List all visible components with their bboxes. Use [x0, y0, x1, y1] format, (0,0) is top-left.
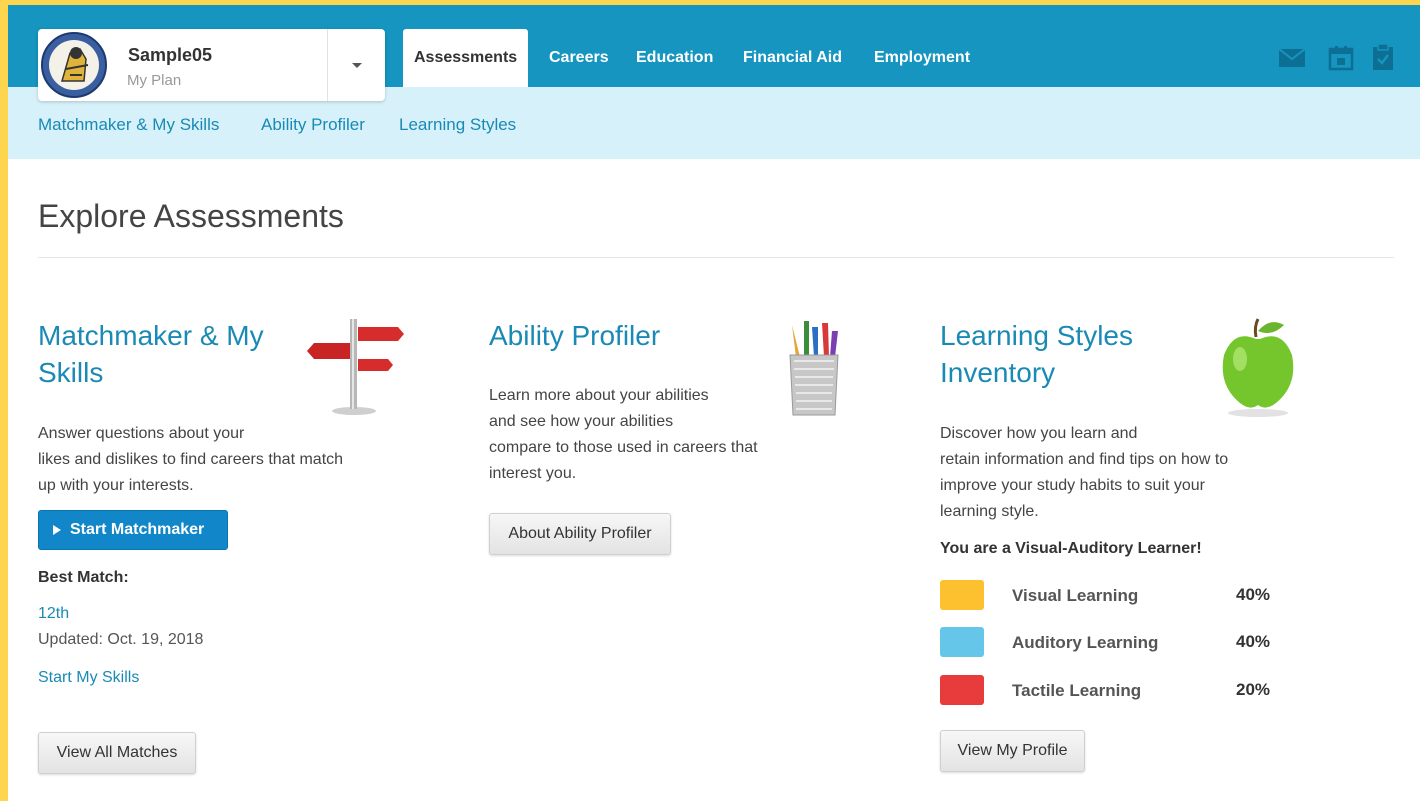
page-title: Explore Assessments — [38, 198, 344, 234]
matchmaker-title-line: Skills — [38, 357, 104, 388]
description-line: and see how your abilities — [489, 413, 674, 430]
plan-subtitle: My Plan — [127, 72, 182, 89]
learning-title-line: Learning Styles — [940, 320, 1134, 351]
caret-down-icon — [351, 62, 362, 68]
pencil-cup-icon — [778, 317, 850, 426]
auditory-swatch — [940, 627, 984, 657]
calendar-icon[interactable] — [1328, 45, 1354, 76]
best-match-link[interactable]: 12th — [38, 605, 69, 623]
matchmaker-title[interactable]: Matchmaker & My Skills — [38, 317, 264, 391]
matchmaker-description: Answer questions about your likes and di… — [38, 421, 343, 499]
tab-employment[interactable]: Employment — [874, 29, 970, 87]
description-line: improve your study habits to suit your — [940, 477, 1206, 494]
apple-icon — [1214, 315, 1300, 424]
best-match-label: Best Match: — [38, 569, 129, 586]
learning-style-percent: 40% — [1236, 632, 1271, 651]
view-my-profile-button[interactable]: View My Profile — [940, 730, 1085, 772]
description-line: retain information and find tips on how … — [940, 451, 1229, 468]
learning-styles-description: Discover how you learn and retain inform… — [940, 421, 1228, 525]
about-ability-profiler-button[interactable]: About Ability Profiler — [489, 513, 671, 555]
signpost-icon — [304, 315, 406, 424]
description-line: learning style. — [940, 503, 1039, 520]
description-line: Answer questions about your — [38, 425, 245, 442]
tab-careers[interactable]: Careers — [549, 29, 609, 87]
plan-name: Sample05 — [128, 45, 213, 65]
title-divider — [38, 257, 1394, 258]
start-matchmaker-label: Start Matchmaker — [70, 521, 205, 538]
visual-swatch — [940, 580, 984, 610]
ability-profiler-title[interactable]: Ability Profiler — [489, 317, 660, 354]
description-line: compare to those used in careers that — [489, 439, 758, 456]
learning-style-percent: 20% — [1236, 680, 1271, 699]
matchmaker-title-line: Matchmaker & My — [38, 320, 264, 351]
tab-financial-aid[interactable]: Financial Aid — [743, 29, 842, 87]
mail-icon[interactable] — [1278, 47, 1306, 74]
learner-result: You are a Visual-Auditory Learner! — [940, 540, 1202, 557]
description-line: likes and dislikes to find careers that … — [38, 451, 344, 468]
description-line: Learn more about your abilities — [489, 387, 709, 404]
learning-style-name: Auditory Learning — [1012, 633, 1159, 652]
play-icon — [53, 525, 61, 535]
updated-date: Updated: Oct. 19, 2018 — [38, 631, 204, 648]
subnav-learning-styles[interactable]: Learning Styles — [399, 115, 516, 135]
learning-title-line: Inventory — [940, 357, 1056, 388]
plan-dropdown-button[interactable] — [327, 29, 385, 101]
subnav-ability-profiler[interactable]: Ability Profiler — [261, 115, 365, 135]
subnav-matchmaker[interactable]: Matchmaker & My Skills — [38, 115, 219, 135]
description-line: Discover how you learn and — [940, 425, 1138, 442]
app-frame: Sample05 My Plan Assessments Careers Edu… — [8, 5, 1420, 801]
learning-style-name: Visual Learning — [1012, 586, 1139, 605]
tab-assessments[interactable]: Assessments — [403, 29, 529, 87]
start-matchmaker-button[interactable]: Start Matchmaker — [38, 510, 228, 550]
tactile-swatch — [940, 675, 984, 705]
plan-selector[interactable]: Sample05 My Plan — [38, 29, 385, 101]
learning-styles-title[interactable]: Learning Styles Inventory — [940, 317, 1133, 391]
description-line: up with your interests. — [38, 477, 194, 494]
clipboard-icon[interactable] — [1372, 43, 1394, 76]
description-line: interest you. — [489, 465, 577, 482]
start-my-skills-link[interactable]: Start My Skills — [38, 669, 139, 687]
learning-style-percent: 40% — [1236, 585, 1271, 604]
learning-style-row: Visual Learning 40% — [940, 580, 1280, 610]
avatar — [40, 31, 108, 99]
view-all-matches-button[interactable]: View All Matches — [38, 732, 196, 774]
learning-style-row: Auditory Learning 40% — [940, 627, 1280, 657]
learning-style-row: Tactile Learning 20% — [940, 675, 1280, 705]
ability-profiler-description: Learn more about your abilities and see … — [489, 383, 758, 487]
tab-education[interactable]: Education — [636, 29, 713, 87]
learning-style-name: Tactile Learning — [1012, 681, 1142, 700]
